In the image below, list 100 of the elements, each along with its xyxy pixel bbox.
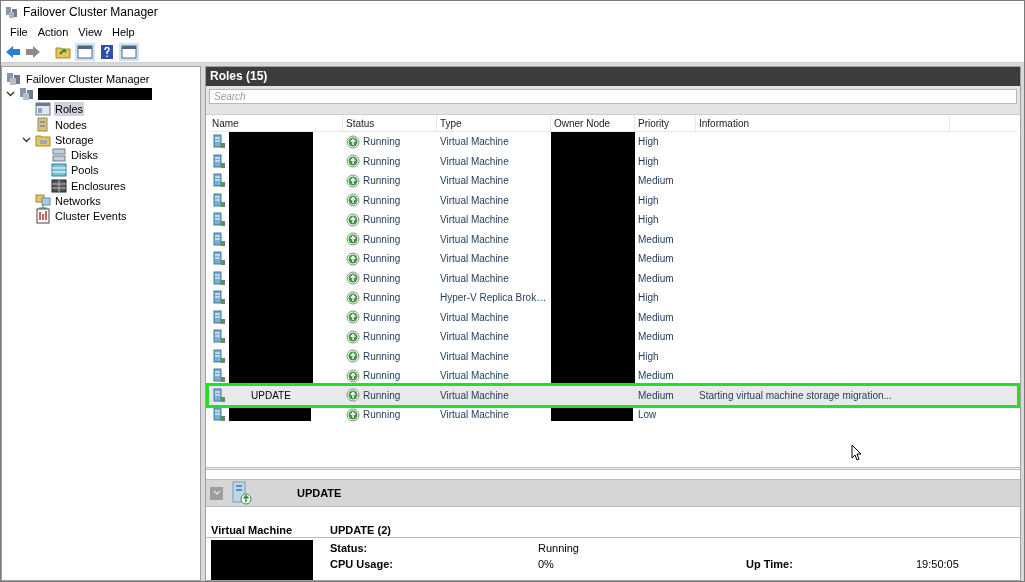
vm-icon <box>213 329 226 345</box>
vm-icon <box>213 290 226 306</box>
server-icon <box>35 116 51 133</box>
vm-icon <box>213 173 226 189</box>
column-header[interactable]: Type <box>437 115 551 132</box>
vm-icon <box>213 348 226 364</box>
table-cell-text: Virtual Machine <box>439 310 510 325</box>
table-cell-text: Medium <box>637 388 675 403</box>
forward-icon[interactable] <box>25 44 41 59</box>
menu-item[interactable]: View <box>73 23 107 41</box>
table-cell-text: Medium <box>637 174 675 189</box>
menu-item[interactable]: File <box>5 23 33 41</box>
column-header[interactable]: Information <box>696 115 950 132</box>
cursor-icon <box>851 444 862 461</box>
tree-item[interactable]: Enclosures <box>70 178 127 193</box>
table-row[interactable]: UPDATE Running Virtual Machine Medium Starting virtual machine storage migration... <box>209 385 1017 406</box>
table-cell-text: Running <box>363 252 401 267</box>
table-cell-text: Virtual Machine <box>439 349 510 364</box>
field-value: Running <box>538 540 580 556</box>
table-cell-text: Running <box>363 213 401 228</box>
column-header[interactable]: Name <box>209 115 343 132</box>
running-icon <box>346 173 360 188</box>
pane-title: Roles (15) <box>206 67 1020 86</box>
cluster-icon <box>19 85 35 102</box>
tree-item[interactable]: Disks <box>70 148 99 163</box>
table-cell-text: Virtual Machine <box>439 174 510 189</box>
back-icon[interactable] <box>5 44 21 59</box>
search-field[interactable]: Search <box>209 88 1017 104</box>
table-row[interactable]: Running Virtual Machine High <box>209 210 1017 230</box>
table-cell-text: High <box>637 349 660 364</box>
tree-item[interactable]: Cluster Events <box>54 209 128 224</box>
tree-item[interactable]: Pools <box>70 163 100 178</box>
enclosure-icon <box>51 177 67 194</box>
pane-icon[interactable] <box>75 42 95 61</box>
table-row[interactable]: Running Virtual Machine High <box>209 190 1017 211</box>
column-header[interactable]: Status <box>343 115 437 132</box>
table-cell-text: High <box>637 213 660 228</box>
running-icon <box>346 329 360 344</box>
cluster-icon <box>5 5 19 19</box>
table-row[interactable]: Running Virtual Machine Medium <box>209 171 1017 191</box>
vm-icon <box>213 251 226 267</box>
vm-icon <box>213 134 226 150</box>
table-row[interactable]: Running Virtual Machine High <box>209 346 1017 367</box>
running-icon <box>346 407 360 422</box>
network-icon <box>35 193 51 210</box>
pane-icon[interactable] <box>119 42 139 61</box>
help-icon[interactable] <box>99 43 115 60</box>
table-cell-text: Medium <box>637 252 675 267</box>
table-cell-text: Running <box>363 310 401 325</box>
roles-icon <box>35 101 51 118</box>
expanded-caret-icon[interactable] <box>22 135 31 145</box>
table-row[interactable]: Running Virtual Machine High <box>209 151 1017 172</box>
table-row[interactable]: Running Virtual Machine Low <box>209 405 1017 425</box>
table-cell-text: Virtual Machine <box>439 154 510 169</box>
table-row[interactable]: Running Virtual Machine Medium <box>209 327 1017 347</box>
table-cell-text: Virtual Machine <box>439 408 510 423</box>
vm-icon <box>213 153 226 169</box>
table-row[interactable]: Running Virtual Machine Medium <box>209 249 1017 269</box>
vm-icon <box>213 212 226 228</box>
section-title: UPDATE (2) <box>330 523 391 539</box>
table-cell-text: Running <box>363 174 401 189</box>
table-cell-text: Starting virtual machine storage migration... <box>698 388 893 403</box>
table-cell-text: Running <box>363 291 401 306</box>
section-label: Virtual Machine <box>211 523 294 539</box>
tree-item[interactable]: Storage <box>54 132 95 147</box>
expanded-caret-icon[interactable] <box>6 89 15 99</box>
window-title: Failover Cluster Manager <box>23 4 158 21</box>
vm-icon <box>213 387 226 403</box>
column-header[interactable]: Priority <box>635 115 696 132</box>
details-title: UPDATE <box>297 486 342 502</box>
running-icon <box>346 232 360 247</box>
tree-item[interactable]: Roles <box>54 102 85 117</box>
running-icon <box>346 154 360 169</box>
table-row[interactable]: Running Virtual Machine Medium <box>209 268 1017 289</box>
table-row[interactable]: Running Hyper-V Replica Brok… High <box>209 288 1017 308</box>
vm-icon <box>213 231 226 247</box>
column-header[interactable]: Owner Node <box>551 115 635 132</box>
table-row[interactable]: Running Virtual Machine High <box>209 132 1017 152</box>
running-icon <box>346 349 360 364</box>
menu-item[interactable]: Action <box>32 23 74 41</box>
running-icon <box>346 310 360 325</box>
table-cell-text: Virtual Machine <box>439 232 510 247</box>
tree-item[interactable]: Failover Cluster Manager <box>25 71 151 86</box>
table-row[interactable]: Running Virtual Machine Medium <box>209 307 1017 328</box>
table-cell-text: Running <box>363 408 401 423</box>
tree-item[interactable]: Networks <box>54 194 102 208</box>
running-icon <box>346 134 360 149</box>
menu-item[interactable]: Help <box>106 23 140 41</box>
field-label: Status: <box>330 540 369 556</box>
table-cell-text: High <box>637 135 660 150</box>
tree-item[interactable]: Nodes <box>54 117 88 132</box>
running-icon <box>346 251 360 266</box>
table-cell-text: Virtual Machine <box>439 369 510 384</box>
cluster-icon <box>6 70 22 87</box>
table-row[interactable]: Running Virtual Machine Medium <box>209 229 1017 250</box>
table-cell-text: Virtual Machine <box>439 252 510 267</box>
table-cell-text: High <box>637 154 660 169</box>
table-cell-text: Medium <box>637 369 675 384</box>
table-cell-text: Running <box>363 330 401 345</box>
table-cell-text: Running <box>363 135 401 150</box>
